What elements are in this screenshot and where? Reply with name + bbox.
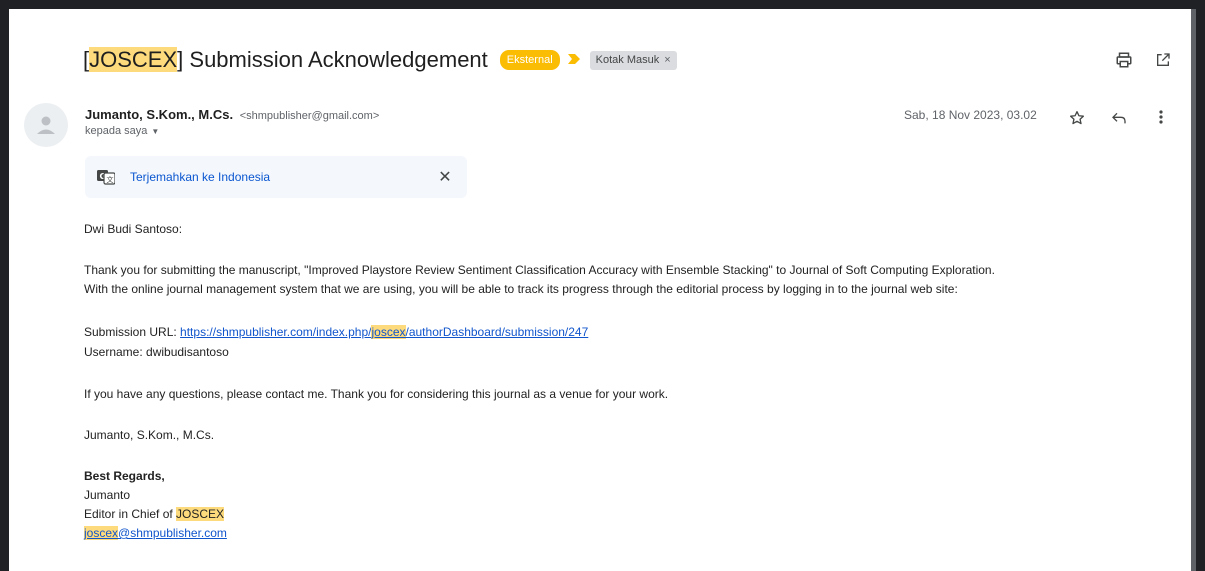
- greeting: Dwi Budi Santoso:: [84, 222, 183, 236]
- open-in-new-window-icon[interactable]: [1151, 48, 1175, 72]
- signature-role: Editor in Chief of JOSCEX: [84, 507, 225, 521]
- sender-email: <shmpublisher@gmail.com>: [239, 110, 380, 122]
- svg-text:文: 文: [107, 175, 114, 184]
- signature-email-link[interactable]: joscex@shmpublisher.com: [84, 526, 227, 540]
- recipient-text: kepada saya: [85, 125, 148, 137]
- signature-role-highlight: JOSCEX: [176, 507, 225, 521]
- more-options-icon[interactable]: [1151, 106, 1171, 128]
- subject-text: Submission Acknowledgement: [183, 47, 488, 72]
- submission-url-highlight: joscex: [371, 325, 406, 339]
- window-left-border: [0, 0, 9, 571]
- external-label-chip[interactable]: Eksternal: [499, 50, 560, 70]
- signature-role-prefix: Editor in Chief of: [84, 507, 177, 521]
- reply-icon[interactable]: [1108, 108, 1130, 128]
- translate-icon: G 文: [97, 169, 116, 185]
- inbox-label-text: Kotak Masuk: [595, 53, 660, 66]
- submission-url-part-1: https://shmpublisher.com/index.php/: [180, 325, 372, 339]
- window-top-border: [0, 0, 1205, 9]
- remove-label-icon[interactable]: ×: [664, 52, 670, 69]
- recipient-details-toggle[interactable]: kepada saya ▼: [85, 125, 159, 137]
- star-icon[interactable]: [1066, 108, 1088, 128]
- submission-url-link[interactable]: https://shmpublisher.com/index.php/josce…: [180, 325, 588, 339]
- paragraph-3: If you have any questions, please contac…: [84, 387, 669, 401]
- username-line: Username: dwibudisantoso: [84, 345, 229, 359]
- subject-title: [JOSCEX] Submission Acknowledgement: [83, 47, 488, 72]
- sender-name[interactable]: Jumanto, S.Kom., M.Cs.: [85, 107, 233, 122]
- subject-highlight: JOSCEX: [89, 47, 178, 72]
- email-subject: [JOSCEX] Submission Acknowledgement Ekst…: [83, 40, 677, 80]
- window-right-border: [1196, 0, 1205, 571]
- signature-email-highlight: joscex: [84, 526, 119, 540]
- scrollbar[interactable]: [1191, 9, 1196, 571]
- regards-line: Best Regards,: [84, 469, 165, 483]
- submission-url-label: Submission URL:: [84, 325, 181, 339]
- translate-bar: G 文 Terjemahkan ke Indonesia ✕: [85, 156, 467, 198]
- signoff-name: Jumanto, S.Kom., M.Cs.: [84, 428, 215, 442]
- importance-marker-icon[interactable]: [567, 53, 580, 67]
- translate-link[interactable]: Terjemahkan ke Indonesia: [130, 170, 270, 184]
- print-icon[interactable]: [1112, 48, 1136, 72]
- email-date: Sab, 18 Nov 2023, 03.02: [904, 108, 1037, 122]
- signature-name: Jumanto: [84, 488, 131, 502]
- chevron-down-icon[interactable]: ▼: [151, 127, 159, 136]
- inbox-label-chip[interactable]: Kotak Masuk ×: [589, 50, 677, 70]
- signature-email: joscex@shmpublisher.com: [84, 526, 227, 540]
- sender-avatar[interactable]: [24, 103, 68, 147]
- paragraph-1-line-1: Thank you for submitting the manuscript,…: [84, 263, 995, 277]
- signature-email-rest: @shmpublisher.com: [118, 526, 227, 540]
- sender-info: Jumanto, S.Kom., M.Cs. <shmpublisher@gma…: [85, 107, 379, 122]
- submission-url-line: Submission URL: https://shmpublisher.com…: [84, 325, 588, 339]
- paragraph-1-line-2: With the online journal management syste…: [84, 282, 958, 296]
- submission-url-part-2: /authorDashboard/submission/247: [405, 325, 589, 339]
- close-icon[interactable]: ✕: [435, 167, 455, 187]
